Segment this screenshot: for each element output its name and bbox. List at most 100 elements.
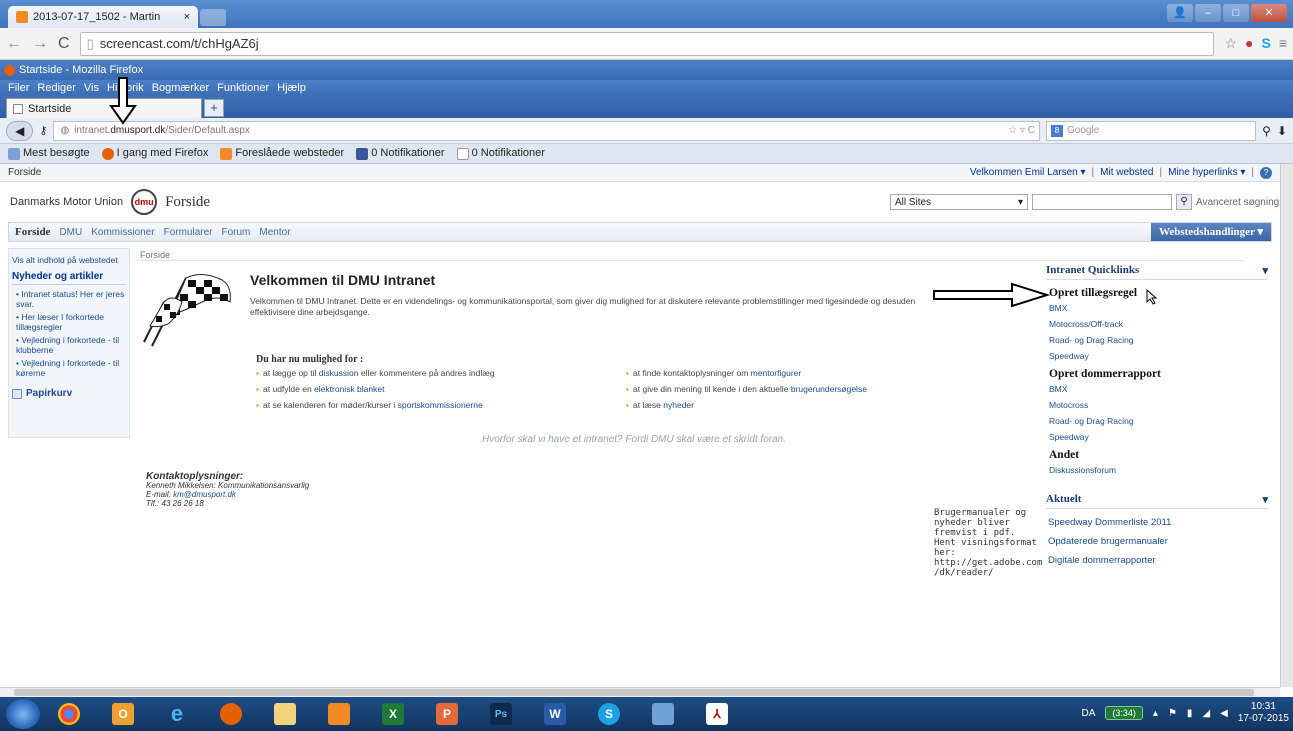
welcome-user-menu[interactable]: Velkommen Emil Larsen ▾	[970, 167, 1086, 179]
internet-explorer-taskbar-icon[interactable]: e	[152, 699, 202, 729]
network-icon[interactable]: ◢	[1202, 708, 1210, 719]
org-name[interactable]: Danmarks Motor Union	[10, 196, 123, 208]
aktuelt-link[interactable]: Opdaterede brugermanualer	[1048, 536, 1268, 547]
skype-icon[interactable]: S	[1261, 35, 1270, 52]
forward-arrow-icon[interactable]: →	[32, 35, 48, 53]
scroll-thumb[interactable]	[14, 689, 1254, 696]
flag-icon[interactable]: ⚑	[1168, 708, 1177, 719]
menu-vis[interactable]: Vis	[84, 82, 99, 94]
publisher-taskbar-icon[interactable]: P	[422, 699, 472, 729]
outlook-taskbar-icon[interactable]: O	[98, 699, 148, 729]
sp-top-left[interactable]: Forside	[8, 167, 41, 178]
quicklink[interactable]: Diskussionsforum	[1049, 465, 1268, 475]
quicklink[interactable]: Motocross/Off-track	[1049, 319, 1268, 329]
search-input[interactable]	[1032, 194, 1172, 210]
minimize-button[interactable]: –	[1195, 4, 1221, 22]
nav-dmu[interactable]: DMU	[59, 227, 82, 238]
news-header[interactable]: Nyheder og artikler	[12, 271, 126, 285]
quicklink[interactable]: BMX	[1049, 303, 1268, 313]
word-taskbar-icon[interactable]: W	[530, 699, 580, 729]
help-icon[interactable]: ?	[1260, 166, 1272, 179]
site-actions-menu[interactable]: Webstedshandlinger ▾	[1150, 223, 1271, 241]
news-item[interactable]: • Vejledning i forkortede - til kørerne	[16, 358, 126, 378]
skype-taskbar-icon[interactable]: S	[584, 699, 634, 729]
chrome-tab-close-button[interactable]: ×	[184, 11, 190, 23]
vertical-scrollbar[interactable]	[1280, 164, 1293, 687]
opportunity-link[interactable]: sportskommissionerne	[398, 400, 483, 410]
chrome-new-tab-button[interactable]	[200, 9, 226, 26]
close-button[interactable]: ✕	[1251, 4, 1287, 22]
bookmark-foreslaede[interactable]: Foreslåede websteder	[220, 147, 344, 160]
firefox-search-box[interactable]: 8 Google	[1046, 120, 1257, 141]
clock[interactable]: 10:31 17-07-2015	[1238, 701, 1289, 725]
menu-funktioner[interactable]: Funktioner	[217, 82, 269, 94]
chrome-tab[interactable]: 2013-07-17_1502 - Martin ×	[8, 6, 198, 28]
star-icon[interactable]: ☆	[1224, 35, 1237, 52]
news-item[interactable]: • Intranet status! Her er jeres svar.	[16, 289, 126, 309]
view-all-content-link[interactable]: Vis alt indhold på webstedet	[12, 255, 126, 265]
webpart-menu-icon[interactable]: ▾	[1262, 493, 1268, 506]
quicklink[interactable]: Road- og Drag Racing	[1049, 416, 1268, 426]
aktuelt-link[interactable]: Speedway Dommerliste 2011	[1048, 517, 1268, 528]
volume-icon[interactable]: ◀	[1220, 708, 1228, 719]
battery-badge[interactable]: (3:34)	[1105, 706, 1143, 720]
bookmark-notifikationer[interactable]: 0 Notifikationer	[456, 147, 545, 160]
opportunity-link[interactable]: diskussion	[319, 368, 359, 378]
my-site-link[interactable]: Mit websted	[1100, 167, 1153, 179]
language-indicator[interactable]: DA	[1082, 708, 1096, 719]
excel-taskbar-icon[interactable]: X	[368, 699, 418, 729]
breadcrumb[interactable]: Forside	[140, 250, 170, 260]
extension-icon[interactable]: ●	[1245, 35, 1253, 52]
battery-icon[interactable]: ▮	[1187, 708, 1193, 719]
my-links-menu[interactable]: Mine hyperlinks ▾	[1168, 167, 1245, 179]
notes-taskbar-icon[interactable]	[638, 699, 688, 729]
chrome-omnibox[interactable]: ▯ screencast.com/t/chHgAZ6j	[79, 31, 1215, 56]
firefox-new-tab-button[interactable]: +	[204, 99, 224, 117]
firefox-tab[interactable]: Startside	[6, 98, 202, 118]
quicklinks-section[interactable]: Andet	[1049, 449, 1268, 461]
contact-email-link[interactable]: km@dmusport.dk	[173, 490, 236, 499]
quicklink[interactable]: Speedway	[1049, 432, 1268, 442]
menu-rediger[interactable]: Rediger	[37, 82, 76, 94]
tray-expand-icon[interactable]: ▴	[1153, 708, 1158, 719]
back-arrow-icon[interactable]: ◀	[6, 120, 34, 141]
firefox-url-bar[interactable]: ◍ intranet.dmusport.dk/Sider/Default.asp…	[53, 120, 1041, 141]
news-item[interactable]: • Vejledning i forkortede - til klubbern…	[16, 335, 126, 355]
back-arrow-icon[interactable]: ←	[6, 35, 22, 53]
nav-formularer[interactable]: Formularer	[164, 227, 213, 238]
opportunity-link[interactable]: elektronisk blanket	[314, 384, 384, 394]
menu-hjaelp[interactable]: Hjælp	[277, 82, 306, 94]
menu-bogmaerker[interactable]: Bogmærker	[152, 82, 209, 94]
news-item[interactable]: • Her læser I forkortede tillægsregler	[16, 312, 126, 332]
user-icon[interactable]: 👤	[1167, 4, 1193, 22]
quicklink[interactable]: BMX	[1049, 384, 1268, 394]
explorer-taskbar-icon[interactable]	[260, 699, 310, 729]
photoshop-taskbar-icon[interactable]: Ps	[476, 699, 526, 729]
advanced-search-link[interactable]: Avanceret søgning	[1196, 197, 1279, 208]
quicklinks-section[interactable]: Opret dommerrapport	[1049, 368, 1268, 380]
nav-mentor[interactable]: Mentor	[259, 227, 290, 238]
nav-forum[interactable]: Forum	[222, 227, 251, 238]
screencast-taskbar-icon[interactable]	[314, 699, 364, 729]
nav-kommissioner[interactable]: Kommissioner	[91, 227, 154, 238]
quicklink[interactable]: Speedway	[1049, 351, 1268, 361]
nav-forside[interactable]: Forside	[15, 226, 50, 238]
download-icon[interactable]: ⬇	[1277, 124, 1287, 138]
chrome-taskbar-icon[interactable]	[44, 699, 94, 729]
quicklink[interactable]: Road- og Drag Racing	[1049, 335, 1268, 345]
opportunity-link[interactable]: brugerundersøgelse	[791, 384, 867, 394]
horizontal-scrollbar[interactable]	[0, 687, 1280, 697]
opportunity-link[interactable]: nyheder	[663, 400, 694, 410]
bookmark-i-gang[interactable]: I gang med Firefox	[101, 147, 208, 160]
bookmark-facebook-notifikationer[interactable]: 0 Notifikationer	[356, 147, 445, 160]
quicklinks-section[interactable]: Opret tillægsregel	[1049, 287, 1268, 299]
search-icon[interactable]: ⚲	[1262, 124, 1271, 138]
bookmark-star-icon[interactable]: ☆ ▿ C	[1008, 125, 1035, 136]
firefox-taskbar-icon[interactable]	[206, 699, 256, 729]
quicklink[interactable]: Motocross	[1049, 400, 1268, 410]
opportunity-link[interactable]: mentorfigurer	[751, 368, 802, 378]
reload-icon[interactable]: C	[58, 35, 70, 53]
webpart-menu-icon[interactable]: ▾	[1262, 264, 1268, 277]
menu-icon[interactable]: ≡	[1279, 35, 1287, 52]
search-scope-select[interactable]: All Sites ▾	[890, 194, 1028, 210]
